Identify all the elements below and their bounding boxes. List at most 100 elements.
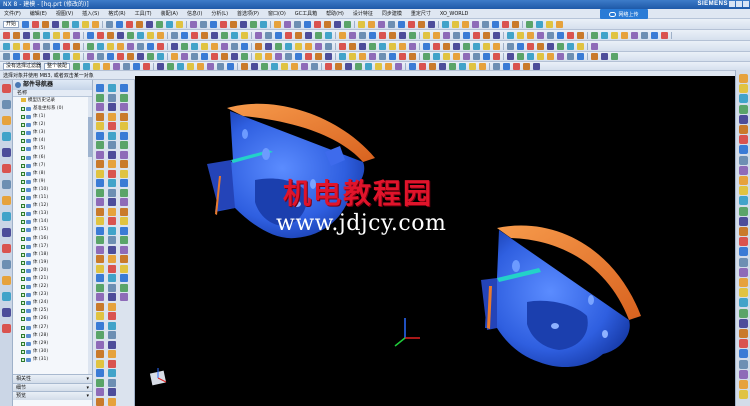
pan-icon[interactable] [739,380,748,389]
paste-icon[interactable] [399,31,406,39]
pan-icon[interactable] [739,216,748,226]
spline-icon[interactable] [739,206,748,216]
pan-icon[interactable] [355,62,362,70]
paste-icon[interactable] [442,20,450,28]
arc-icon[interactable] [250,20,258,28]
visibility-checkbox[interactable] [21,196,25,201]
spline-icon[interactable] [601,31,608,39]
point-icon[interactable] [739,114,748,124]
fit-icon[interactable] [345,62,352,70]
tree-item-datum-csys[interactable]: 基准坐标系 (0) [13,105,92,113]
paste-icon[interactable] [103,62,110,70]
color-icon[interactable] [739,308,748,318]
extrude-icon[interactable] [63,31,70,39]
wireframe-icon[interactable] [96,321,104,330]
visibility-checkbox[interactable] [21,301,25,306]
rectangle-icon[interactable] [557,53,564,60]
extrude-icon[interactable] [108,236,116,244]
visibility-checkbox[interactable] [21,276,25,281]
boss-icon[interactable] [739,339,748,349]
datum-plane-icon[interactable] [2,196,11,205]
trim-icon[interactable] [117,53,124,60]
color-icon[interactable] [108,198,116,206]
undo-icon[interactable] [108,226,116,235]
pocket-icon[interactable] [146,20,154,28]
color-icon[interactable] [739,145,748,155]
cut-icon[interactable] [459,62,466,70]
tree-item-body[interactable]: 体 (10) [13,186,92,194]
revolve-icon[interactable] [120,236,128,244]
revolve-icon[interactable] [523,62,530,70]
pan-icon[interactable] [120,179,128,187]
point-icon[interactable] [557,31,564,39]
zoom-icon[interactable] [2,276,11,285]
pan-icon[interactable] [611,53,618,60]
wireframe-icon[interactable] [120,188,128,197]
visibility-checkbox[interactable] [21,341,25,346]
hole-icon[interactable] [157,62,164,70]
color-icon[interactable] [285,53,292,60]
save-icon[interactable] [108,340,116,349]
arc-icon[interactable] [2,228,11,237]
chamfer-icon[interactable] [453,53,460,60]
snap-icon[interactable] [96,331,104,339]
save-icon[interactable] [73,62,80,70]
paste-icon[interactable] [3,42,10,50]
pocket-icon[interactable] [473,31,480,39]
minimize-button[interactable] [729,1,735,7]
filter-icon[interactable] [388,20,396,28]
copy-icon[interactable] [108,93,116,102]
trim-icon[interactable] [200,20,208,28]
tree-item-body[interactable]: 体 (17) [13,243,92,251]
revolve-icon[interactable] [96,369,104,377]
wireframe-icon[interactable] [385,62,392,70]
boss-icon[interactable] [739,94,748,104]
cut-icon[interactable] [108,217,116,225]
extrude-icon[interactable] [106,20,114,28]
mirror-icon[interactable] [507,31,514,39]
revolve-icon[interactable] [443,31,450,39]
filter-icon[interactable] [305,53,312,60]
datum-axis-icon[interactable] [96,150,104,159]
tree-item-body[interactable]: 体 (18) [13,251,92,259]
extrude-icon[interactable] [23,53,30,60]
visibility-checkbox[interactable] [21,204,25,209]
menu-item-assembly[interactable]: 装配(A) [161,10,178,17]
zoom-icon[interactable] [591,53,598,60]
sketch-icon[interactable] [2,100,11,109]
visibility-checkbox[interactable] [21,115,25,120]
preview-panel[interactable]: 预览 ▾ [13,391,92,400]
mirror-icon[interactable] [97,53,104,60]
visibility-checkbox[interactable] [21,285,25,290]
chamfer-icon[interactable] [473,42,480,50]
shell-icon[interactable] [108,131,116,140]
mirror-icon[interactable] [739,104,748,114]
datum-plane-icon[interactable] [210,20,218,28]
snap-icon[interactable] [315,42,322,50]
visibility-checkbox[interactable] [21,212,25,217]
circle-icon[interactable] [108,160,116,168]
undo-icon[interactable] [2,84,11,93]
blend-icon[interactable] [156,20,164,28]
circle-icon[interactable] [120,283,128,292]
visibility-checkbox[interactable] [21,220,25,225]
menu-item-edit[interactable]: 编辑(E) [30,10,47,17]
menu-item-gc-toolkit[interactable]: GC工具箱 [295,10,317,17]
boss-icon[interactable] [73,42,80,50]
measure-icon[interactable] [241,31,248,39]
pattern-icon[interactable] [2,180,11,189]
redo-icon[interactable] [462,20,470,28]
datum-plane-icon[interactable] [96,274,104,282]
arc-icon[interactable] [201,31,208,39]
spline-icon[interactable] [739,288,748,298]
hole-icon[interactable] [108,369,116,377]
circle-icon[interactable] [547,53,554,60]
sketch-icon[interactable] [409,42,416,50]
fit-icon[interactable] [108,179,116,187]
layer-icon[interactable] [108,321,116,330]
paste-icon[interactable] [120,93,128,102]
shell-icon[interactable] [127,31,134,39]
measure-icon[interactable] [284,20,292,28]
chamfer-icon[interactable] [197,62,204,70]
datum-axis-icon[interactable] [171,31,178,39]
